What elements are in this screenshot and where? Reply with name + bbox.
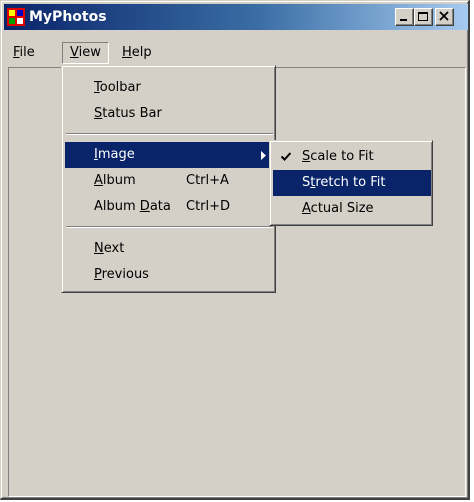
menu-item-status-bar[interactable]: Status Bar — [65, 101, 274, 127]
title-bar[interactable]: MyPhotos — [4, 4, 468, 30]
menu-item-image[interactable]: Image — [65, 142, 274, 168]
image-submenu: Scale to Fit Stretch to Fit Actual Size — [269, 140, 433, 226]
menu-help[interactable]: Help — [115, 43, 159, 63]
view-menu: Toolbar Status Bar Image Album Ctrl+A Al… — [61, 65, 276, 293]
close-icon — [439, 11, 449, 21]
submenu-arrow-icon — [261, 151, 266, 160]
menu-bar: File View Help — [4, 41, 468, 65]
menu-separator — [66, 133, 273, 135]
menu-item-scale-to-fit[interactable]: Scale to Fit — [273, 144, 431, 170]
shortcut-label: Ctrl+D — [186, 199, 231, 214]
menu-item-stretch-to-fit[interactable]: Stretch to Fit — [273, 170, 431, 196]
menu-item-previous[interactable]: Previous — [65, 262, 274, 288]
maximize-icon — [418, 12, 428, 21]
minimize-button[interactable] — [395, 8, 414, 26]
menu-item-album-data[interactable]: Album Data Ctrl+D — [65, 194, 274, 220]
menu-item-actual-size[interactable]: Actual Size — [273, 196, 431, 222]
maximize-button[interactable] — [414, 8, 433, 26]
menu-view[interactable]: View — [62, 42, 109, 64]
menu-file[interactable]: File — [6, 43, 42, 63]
minimize-icon — [400, 19, 407, 21]
menu-item-next[interactable]: Next — [65, 236, 274, 262]
shortcut-label: Ctrl+A — [186, 173, 229, 188]
menu-item-album[interactable]: Album Ctrl+A — [65, 168, 274, 194]
menu-item-toolbar[interactable]: Toolbar — [65, 75, 274, 101]
window-title: MyPhotos — [29, 9, 107, 25]
app-icon — [7, 8, 25, 26]
check-icon — [281, 152, 291, 161]
close-button[interactable] — [435, 8, 454, 26]
menu-separator — [66, 226, 273, 228]
